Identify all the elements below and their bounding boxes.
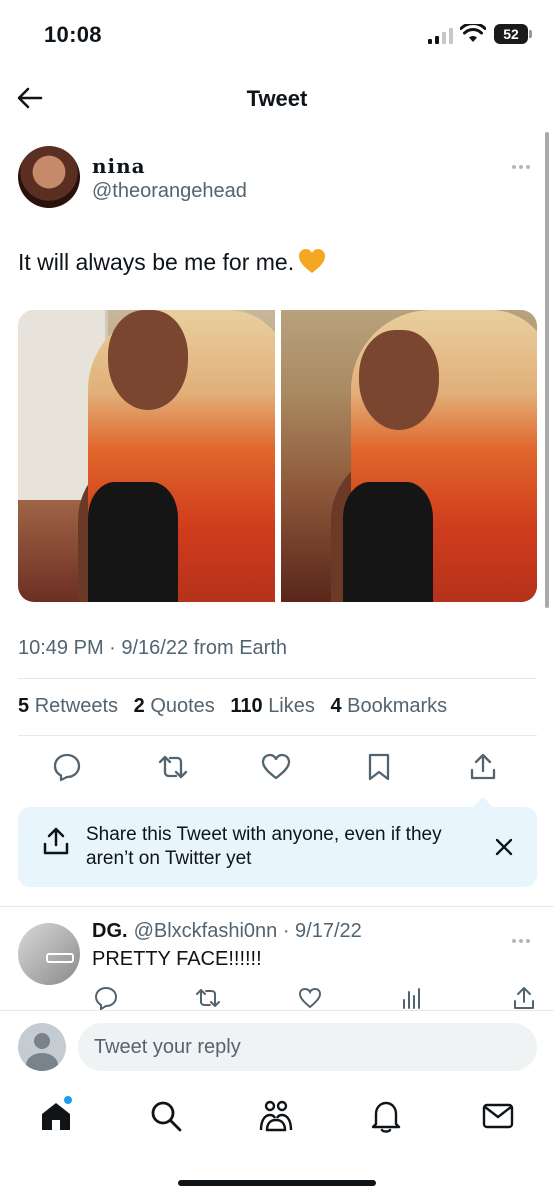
mail-icon: [482, 1103, 514, 1129]
retweet-icon[interactable]: [158, 752, 188, 782]
tweet-actions: [0, 748, 554, 788]
bottom-nav: [0, 1084, 554, 1200]
share-prompt-text: Share this Tweet with anyone, even if th…: [86, 824, 442, 869]
wifi-icon: [460, 24, 486, 42]
reply-more-options-icon[interactable]: [512, 930, 536, 943]
reply-icon[interactable]: [52, 752, 82, 782]
header: Tweet: [0, 70, 554, 128]
reply-share-icon[interactable]: [512, 986, 536, 1010]
nav-communities[interactable]: [258, 1098, 294, 1134]
share-prompt[interactable]: Share this Tweet with anyone, even if th…: [18, 797, 537, 887]
close-icon[interactable]: [492, 835, 516, 859]
home-indicator: [178, 1180, 376, 1186]
reply-avatar[interactable]: [18, 923, 80, 985]
bookmarks-stat[interactable]: 4 Bookmarks: [330, 695, 447, 717]
reply-actions: [0, 984, 554, 1010]
tweet-text-content: It will always be me for me.: [18, 249, 295, 275]
current-user-avatar[interactable]: [18, 1023, 66, 1071]
more-options-icon[interactable]: [512, 156, 536, 169]
like-icon[interactable]: [261, 752, 291, 782]
battery-indicator: 52: [494, 24, 532, 44]
divider: [18, 735, 537, 736]
nav-notifications[interactable]: [368, 1098, 404, 1134]
communities-icon: [259, 1100, 293, 1132]
nav-messages[interactable]: [480, 1098, 516, 1134]
nav-search[interactable]: [148, 1098, 184, 1134]
reply-author-handle[interactable]: @Blxckfashi0nn: [134, 920, 278, 942]
quotes-stat[interactable]: 2 Quotes: [134, 695, 215, 717]
bookmark-icon[interactable]: [364, 752, 394, 782]
cellular-signal-icon: [428, 28, 453, 44]
orange-heart-emoji-icon: [299, 249, 326, 273]
scrollbar[interactable]: [545, 132, 549, 608]
search-icon: [151, 1101, 182, 1132]
share-icon: [43, 827, 69, 855]
divider: [0, 906, 554, 907]
tweet-media: [18, 310, 537, 602]
status-bar: 10:08 52: [0, 0, 554, 70]
tweet-photo-1[interactable]: [18, 310, 275, 602]
tweet-photo-2[interactable]: [280, 310, 537, 602]
tweet-stats: 5 Retweets 2 Quotes 110 Likes 4 Bookmark…: [18, 695, 457, 718]
author-avatar[interactable]: [18, 146, 80, 208]
tweet-text: It will always be me for me.: [18, 248, 326, 276]
reply-meta: DG. @Blxckfashi0nn · 9/17/22: [92, 920, 362, 943]
author-name[interactable]: nina: [92, 154, 146, 178]
divider: [18, 678, 537, 679]
reply-compose-bar: Tweet your reply: [0, 1010, 554, 1084]
tweet-timestamp: 10:49 PM · 9/16/22 from Earth: [18, 637, 288, 659]
share-icon[interactable]: [468, 752, 498, 782]
notification-dot: [64, 1096, 72, 1104]
bell-icon: [371, 1101, 401, 1133]
page-title: Tweet: [246, 86, 308, 111]
reply-date: · 9/17/22: [282, 920, 362, 942]
reply-comment-icon[interactable]: [94, 986, 118, 1010]
reply-author-name[interactable]: DG.: [92, 920, 128, 942]
author-handle[interactable]: @theorangehead: [92, 180, 247, 203]
reply-like-icon[interactable]: [298, 986, 322, 1010]
retweets-stat[interactable]: 5 Retweets: [18, 695, 118, 717]
nav-home[interactable]: [38, 1096, 74, 1134]
reply-text: PRETTY FACE!!!!!!: [92, 948, 262, 970]
status-time: 10:08: [44, 22, 102, 47]
reply-input[interactable]: Tweet your reply: [78, 1023, 537, 1071]
reply-views-icon[interactable]: [400, 986, 424, 1010]
likes-stat[interactable]: 110 Likes: [230, 695, 315, 717]
reply-retweet-icon[interactable]: [196, 986, 220, 1010]
